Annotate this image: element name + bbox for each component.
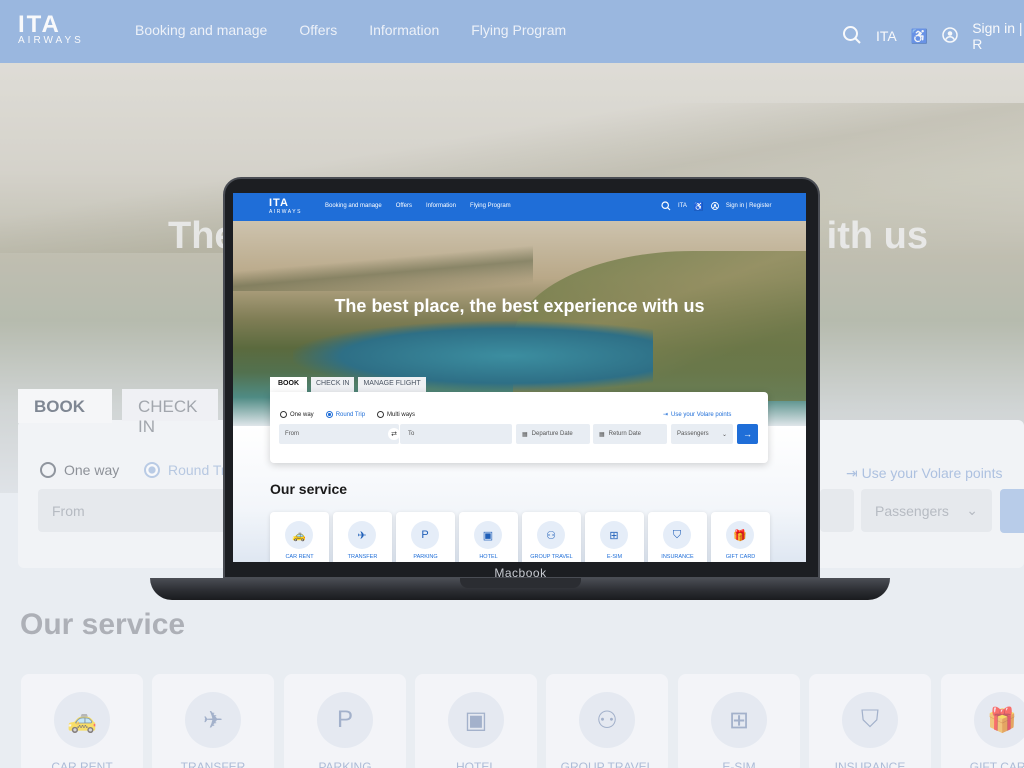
radio-one-way[interactable]: One way xyxy=(280,411,314,418)
radio-round-trip[interactable]: Round Trip xyxy=(325,411,366,418)
hero-distant-cliffs xyxy=(233,241,533,291)
volare-icon: ⇥ xyxy=(663,412,669,418)
hotel-icon: ▣ xyxy=(474,521,502,549)
service-title: Our service xyxy=(270,481,348,497)
from-field[interactable]: From xyxy=(279,424,399,444)
swap-icon[interactable]: ⇄ xyxy=(388,428,400,440)
logo[interactable]: ITA AIRWAYS xyxy=(269,197,302,216)
card-esim[interactable]: ⊞ E-SIM xyxy=(585,512,644,562)
navbar: ITA AIRWAYS Booking and manage Offers In… xyxy=(233,193,806,221)
card-gift-card[interactable]: 🎁 GIFT CARD xyxy=(711,512,770,562)
from-placeholder: From xyxy=(285,431,299,437)
card-label: INSURANCE xyxy=(661,554,694,560)
group-icon: ⚇ xyxy=(537,521,565,549)
arrow-right-icon: → xyxy=(743,429,752,439)
radio-multi-ways-label: Multi ways xyxy=(387,411,416,418)
logo-subtext: AIRWAYS xyxy=(269,209,302,215)
language-selector[interactable]: ITA xyxy=(678,203,687,209)
card-label: E-SIM xyxy=(606,554,623,560)
card-label: HOTEL xyxy=(479,554,498,560)
chevron-down-icon: ⌄ xyxy=(721,431,727,438)
radio-round-trip-label: Round Trip xyxy=(335,411,366,418)
passengers-label: Passengers xyxy=(677,431,709,437)
trip-type-radios: One way Round Trip Multi ways xyxy=(280,411,415,418)
user-icon[interactable] xyxy=(710,202,719,210)
nav-right: ITA ♿ Sign in | Register xyxy=(661,201,771,211)
calendar-icon: ▦ xyxy=(522,431,528,438)
card-label: GROUP TRAVEL xyxy=(530,554,573,560)
tab-book[interactable]: BOOK xyxy=(270,377,307,393)
accessibility-icon[interactable]: ♿ xyxy=(694,202,704,211)
return-date-field[interactable]: ▦ Return Date xyxy=(593,424,667,444)
card-parking[interactable]: P PARKING xyxy=(396,512,455,562)
service-cards: 🚕 CAR RENT ✈ TRANSFER P PARKING ▣ HOTEL ⚇ GRO… xyxy=(270,512,770,562)
nav-flying-program[interactable]: Flying Program xyxy=(470,203,511,209)
card-hotel[interactable]: ▣ HOTEL xyxy=(459,512,518,562)
radio-circle-selected xyxy=(325,411,333,418)
radio-circle xyxy=(280,411,287,418)
hero-title: The best place, the best experience with… xyxy=(334,296,705,316)
laptop-screen: ITA AIRWAYS Booking and manage Offers In… xyxy=(233,193,806,562)
nav-menu: Booking and manage Offers Information Fl… xyxy=(325,203,511,209)
search-flights-button[interactable]: → xyxy=(737,424,758,444)
search-icon[interactable] xyxy=(661,201,671,211)
nav-booking-manage[interactable]: Booking and manage xyxy=(325,203,382,209)
to-field[interactable]: To xyxy=(400,424,512,444)
to-placeholder: To xyxy=(408,431,415,437)
parking-icon: P xyxy=(411,521,439,549)
calendar-icon: ▦ xyxy=(599,431,605,438)
card-label: CAR RENT xyxy=(285,554,314,560)
car-icon: 🚕 xyxy=(285,521,313,549)
card-car-rent[interactable]: 🚕 CAR RENT xyxy=(270,512,329,562)
card-label: PARKING xyxy=(413,554,438,560)
booking-panel: One way Round Trip Multi ways ⇥ Use your … xyxy=(270,392,768,463)
logo-text: ITA xyxy=(269,197,289,209)
radio-one-way-label: One way xyxy=(290,411,314,418)
sign-in-link[interactable]: Sign in | Register xyxy=(726,203,772,209)
radio-circle xyxy=(377,411,385,418)
plane-icon: ✈ xyxy=(348,521,376,549)
shield-icon: ⛉ xyxy=(663,521,691,549)
sim-icon: ⊞ xyxy=(600,521,628,549)
departure-date-field[interactable]: ▦ Departure Date xyxy=(516,424,590,444)
nav-information[interactable]: Information xyxy=(426,203,456,209)
departure-placeholder: Departure Date xyxy=(531,431,573,437)
tab-check-in[interactable]: CHECK IN xyxy=(311,377,355,392)
booking-tabs: BOOK CHECK IN MANAGE FLIGHT xyxy=(270,377,426,393)
card-label: GIFT CARD xyxy=(725,554,756,560)
volare-label: Use your Volare points xyxy=(671,411,732,418)
card-label: TRANSFER xyxy=(347,554,378,560)
volare-points-link[interactable]: ⇥ Use your Volare points xyxy=(663,411,732,419)
gift-icon: 🎁 xyxy=(726,521,754,549)
return-placeholder: Return Date xyxy=(608,431,642,437)
card-insurance[interactable]: ⛉ INSURANCE xyxy=(648,512,707,562)
radio-multi-ways[interactable]: Multi ways xyxy=(377,411,415,418)
nav-offers[interactable]: Offers xyxy=(396,203,412,209)
laptop-label: Macbook xyxy=(494,566,547,580)
card-group-travel[interactable]: ⚇ GROUP TRAVEL xyxy=(522,512,581,562)
tab-manage-flight[interactable]: MANAGE FLIGHT xyxy=(358,377,426,392)
card-transfer[interactable]: ✈ TRANSFER xyxy=(333,512,392,562)
passengers-select[interactable]: Passengers ⌄ xyxy=(671,424,733,444)
